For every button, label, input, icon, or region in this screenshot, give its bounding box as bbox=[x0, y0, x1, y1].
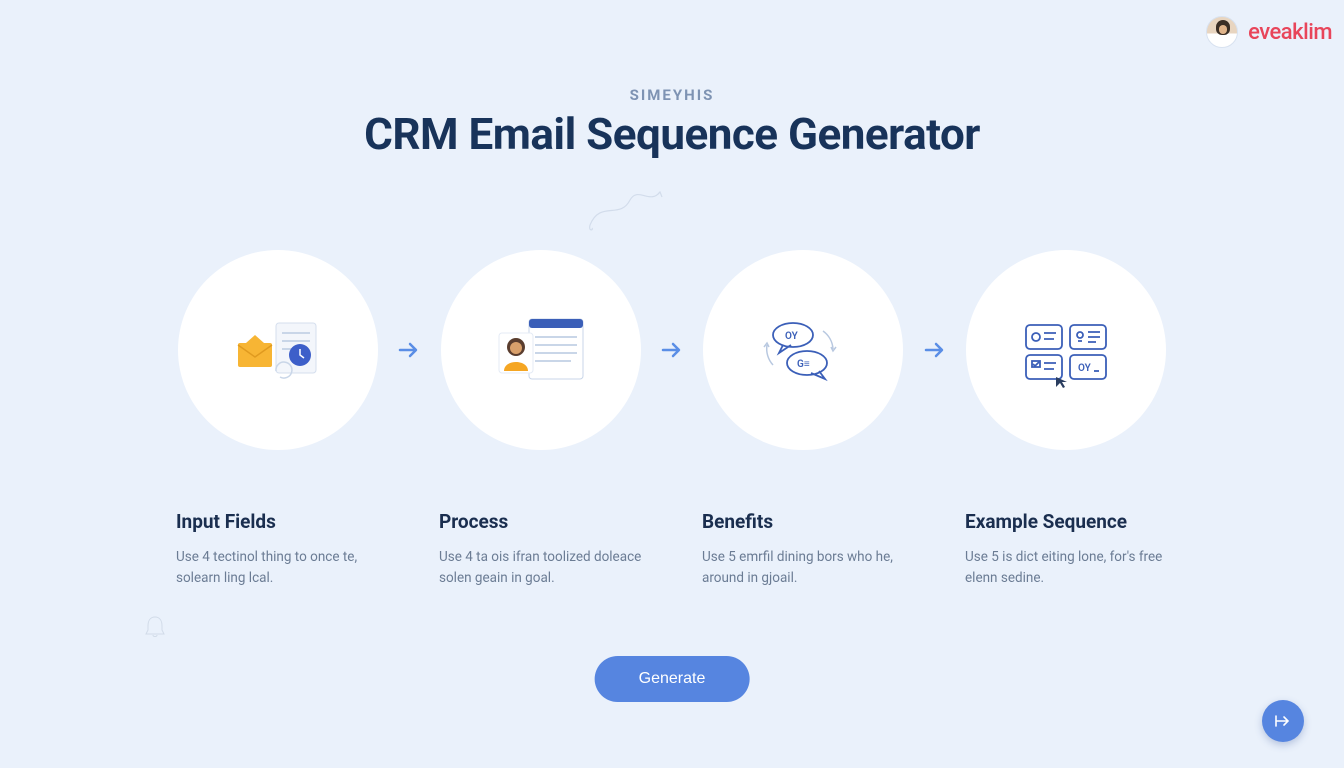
svg-text:OY: OY bbox=[1078, 363, 1092, 374]
step-label-benefits: Benefits Use 5 emrfil dining bors who he… bbox=[696, 510, 911, 589]
generate-button[interactable]: Generate bbox=[595, 656, 750, 702]
step-circle-benefits: OY G≡ bbox=[703, 250, 903, 450]
eyebrow: SIMEYHIS bbox=[0, 86, 1344, 104]
svg-text:OY: OY bbox=[785, 331, 799, 342]
page-title: CRM Email Sequence Generator bbox=[0, 108, 1344, 160]
header-user-area: eveaklim bbox=[1206, 16, 1332, 48]
steps-row: OY G≡ bbox=[178, 250, 1166, 450]
arrow-right-icon bbox=[660, 338, 684, 362]
step-label-process: Process Use 4 ta ois ifran toolized dole… bbox=[433, 510, 648, 589]
step-desc: Use 4 tectinol thing to once te, solearn… bbox=[176, 547, 379, 589]
process-icon bbox=[481, 305, 601, 395]
step-label-input: Input Fields Use 4 tectinol thing to onc… bbox=[170, 510, 385, 589]
decorative-squiggle-icon bbox=[580, 180, 700, 240]
step-circle-input bbox=[178, 250, 378, 450]
step-label-example: Example Sequence Use 5 is dict eiting lo… bbox=[959, 510, 1174, 589]
step-title: Example Sequence bbox=[965, 510, 1168, 533]
step-labels: Input Fields Use 4 tectinol thing to onc… bbox=[170, 510, 1174, 589]
avatar[interactable] bbox=[1206, 16, 1238, 48]
step-desc: Use 5 is dict eiting lone, for's free el… bbox=[965, 547, 1168, 589]
input-fields-icon bbox=[218, 305, 338, 395]
example-sequence-icon: OY bbox=[1006, 305, 1126, 395]
chat-icon bbox=[1274, 712, 1292, 730]
step-title: Process bbox=[439, 510, 642, 533]
step-circle-example: OY bbox=[966, 250, 1166, 450]
step-desc: Use 4 ta ois ifran toolized doleace sole… bbox=[439, 547, 642, 589]
bell-sketch-icon bbox=[140, 612, 170, 642]
step-desc: Use 5 emrfil dining bors who he, around … bbox=[702, 547, 905, 589]
arrow-right-icon bbox=[397, 338, 421, 362]
benefits-icon: OY G≡ bbox=[743, 305, 863, 395]
arrow-right-icon bbox=[923, 338, 947, 362]
step-title: Benefits bbox=[702, 510, 905, 533]
brand-label: eveaklim bbox=[1248, 20, 1332, 45]
step-circle-process bbox=[441, 250, 641, 450]
help-fab[interactable] bbox=[1262, 700, 1304, 742]
svg-text:G≡: G≡ bbox=[797, 359, 810, 370]
step-title: Input Fields bbox=[176, 510, 379, 533]
